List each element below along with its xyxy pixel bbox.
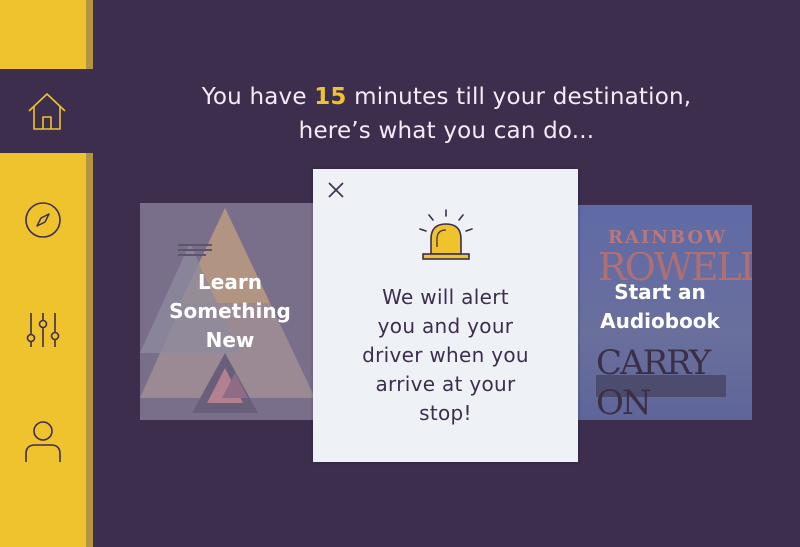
alert-message-line-5: stop! bbox=[419, 401, 472, 425]
sidebar-item-home[interactable] bbox=[0, 69, 93, 153]
close-icon[interactable] bbox=[327, 181, 345, 199]
audiobook-card-line-2: Audiobook bbox=[600, 309, 720, 333]
start-audiobook-card[interactable]: RAINBOW ROWELL CARRY ON Start an Audiobo… bbox=[568, 205, 752, 420]
audiobook-card-title: Start an Audiobook bbox=[568, 278, 752, 336]
headline-prefix: You have bbox=[201, 84, 315, 110]
page-headline: You have 15 minutes till your destinatio… bbox=[93, 80, 800, 148]
sliders-icon bbox=[26, 313, 60, 347]
alert-message-line-4: arrive at your bbox=[375, 372, 516, 396]
home-icon bbox=[27, 93, 66, 130]
audiobook-card-line-1: Start an bbox=[614, 280, 706, 304]
learn-card-line-1: Learn bbox=[198, 270, 262, 294]
sidebar-item-settings[interactable] bbox=[0, 305, 86, 355]
headline-suffix: minutes till your destination, bbox=[346, 84, 692, 110]
learn-card-line-2: Something bbox=[169, 299, 291, 323]
headline-line-1: You have 15 minutes till your destinatio… bbox=[93, 80, 800, 114]
learn-card-line-3: New bbox=[205, 328, 255, 352]
alert-message-line-1: We will alert bbox=[382, 285, 509, 309]
minutes-highlight: 15 bbox=[314, 84, 347, 110]
sidebar-item-profile[interactable] bbox=[0, 415, 86, 467]
book-title: CARRY ON bbox=[596, 343, 711, 420]
siren-icon bbox=[419, 209, 473, 260]
alert-message-line-3: driver when you bbox=[362, 343, 529, 367]
learn-card-title: Learn Something New bbox=[140, 268, 320, 355]
learn-something-new-card[interactable]: Learn Something New bbox=[140, 203, 320, 420]
alert-message: We will alert you and your driver when y… bbox=[313, 283, 578, 428]
alert-modal: We will alert you and your driver when y… bbox=[313, 169, 578, 462]
headline-line-2: here’s what you can do... bbox=[298, 118, 595, 144]
alert-message-line-2: you and your bbox=[377, 314, 514, 338]
sidebar-item-explore[interactable] bbox=[0, 195, 86, 245]
compass-icon bbox=[25, 202, 61, 238]
user-icon bbox=[25, 421, 61, 462]
